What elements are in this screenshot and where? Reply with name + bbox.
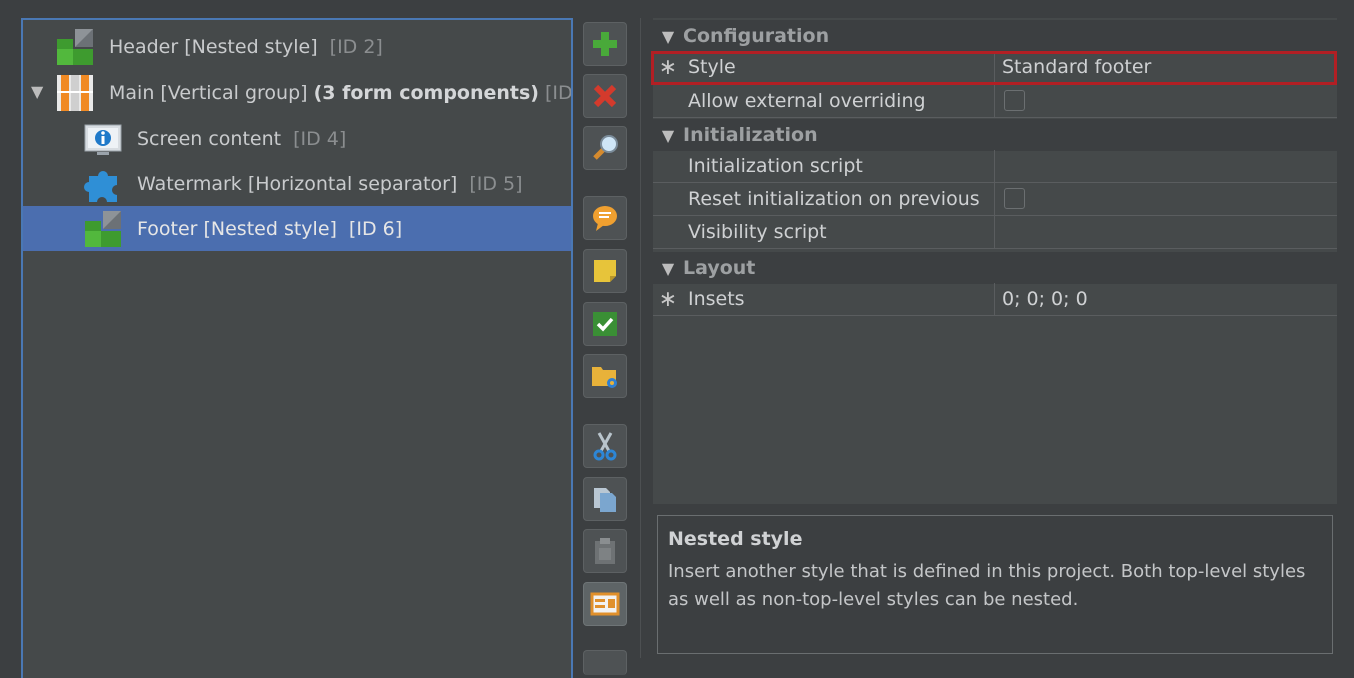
scissors-icon	[593, 432, 617, 461]
collapse-icon: ▼	[661, 125, 675, 145]
column-separator	[994, 283, 995, 315]
add-button[interactable]	[583, 22, 627, 66]
section-title: Initialization	[683, 124, 818, 146]
tree-item-id: [ID 5]	[469, 172, 523, 195]
side-toolbar	[583, 0, 629, 675]
tree-item-id: [ID...	[544, 81, 571, 104]
property-row-visibility-script[interactable]: Visibility script	[653, 216, 1337, 249]
property-grid: ▼ Configuration ∗ Style Standard footer …	[651, 18, 1337, 504]
panel-divider[interactable]	[640, 18, 641, 658]
puzzle-piece-icon	[83, 164, 123, 204]
section-configuration[interactable]: ▼ Configuration	[653, 20, 1337, 52]
plus-icon	[593, 32, 617, 56]
note-button[interactable]	[583, 249, 627, 293]
tree-item-label: Header [Nested style]	[109, 35, 318, 58]
paste-button[interactable]	[583, 529, 627, 573]
tree-item-label: Footer [Nested style]	[137, 217, 337, 240]
property-row-style[interactable]: ∗ Style Standard footer	[653, 51, 1337, 84]
property-row-initialization-script[interactable]: Initialization script	[653, 150, 1337, 183]
form-preview-icon	[590, 592, 620, 616]
column-separator	[994, 51, 995, 83]
red-x-icon	[593, 84, 617, 108]
section-title: Layout	[683, 257, 756, 279]
property-name: Visibility script	[688, 221, 827, 243]
description-box: Nested style Insert another style that i…	[657, 515, 1333, 654]
magnifier-icon	[593, 135, 618, 160]
column-separator	[994, 85, 995, 117]
tree-item-label: Screen content	[137, 127, 282, 150]
tree-item-label: Main [Vertical group]	[109, 81, 308, 104]
collapse-icon: ▼	[661, 26, 675, 46]
property-name: Reset initialization on previous	[688, 188, 980, 210]
property-name: Insets	[688, 288, 745, 310]
delete-button[interactable]	[583, 74, 627, 118]
folder-gear-icon	[592, 367, 617, 388]
checkmark-icon	[593, 312, 617, 336]
property-row-insets[interactable]: ∗ Insets 0; 0; 0; 0	[653, 283, 1337, 316]
property-name: Style	[688, 56, 736, 78]
form-preview-button[interactable]	[583, 582, 627, 626]
clipboard-icon	[595, 538, 615, 564]
tree-item-screen-content[interactable]: Screen content [ID 4]	[23, 116, 571, 161]
column-separator	[994, 183, 995, 215]
component-tree[interactable]: Header [Nested style] [ID 2] ▼ Main [Ver…	[21, 18, 573, 678]
more-button[interactable]	[583, 650, 627, 675]
tree-item-header[interactable]: Header [Nested style] [ID 2]	[23, 24, 571, 69]
folder-button[interactable]	[583, 354, 627, 398]
tree-item-watermark[interactable]: Watermark [Horizontal separator] [ID 5]	[23, 161, 571, 206]
copy-button[interactable]	[583, 477, 627, 521]
required-marker: ∗	[658, 55, 678, 80]
tree-item-main[interactable]: Main [Vertical group] (3 form components…	[23, 70, 571, 115]
info-screen-icon	[83, 119, 123, 159]
allow-overriding-checkbox[interactable]	[1004, 90, 1025, 111]
section-layout[interactable]: ▼ Layout	[653, 252, 1337, 284]
section-title: Configuration	[683, 25, 830, 47]
style-value[interactable]: Standard footer	[1002, 56, 1151, 78]
section-initialization[interactable]: ▼ Initialization	[653, 119, 1337, 151]
sticky-note-icon	[594, 260, 616, 282]
speech-bubble-icon	[593, 206, 617, 231]
property-name: Allow external overriding	[688, 90, 926, 112]
comment-button[interactable]	[583, 196, 627, 240]
collapse-icon: ▼	[661, 258, 675, 278]
nested-style-icon	[83, 209, 123, 249]
cut-button[interactable]	[583, 424, 627, 468]
reset-initialization-checkbox[interactable]	[1004, 188, 1025, 209]
search-button[interactable]	[583, 126, 627, 170]
tree-item-label: Watermark [Horizontal separator]	[137, 172, 458, 195]
description-title: Nested style	[668, 528, 803, 550]
column-separator	[994, 216, 995, 248]
tree-item-id: [ID 6]	[348, 217, 403, 240]
nested-style-icon	[55, 27, 95, 67]
vertical-group-icon	[55, 73, 95, 113]
column-separator	[994, 150, 995, 182]
tree-item-footer[interactable]: Footer [Nested style] [ID 6]	[23, 206, 571, 251]
property-row-allow-external-overriding[interactable]: Allow external overriding	[653, 85, 1337, 118]
check-button[interactable]	[583, 302, 627, 346]
required-marker: ∗	[658, 287, 678, 312]
insets-value[interactable]: 0; 0; 0; 0	[1002, 288, 1088, 310]
copy-icon	[594, 488, 616, 512]
tree-item-bold: (3 form components)	[313, 81, 539, 104]
property-row-reset-initialization[interactable]: Reset initialization on previous	[653, 183, 1337, 216]
tree-item-id: [ID 2]	[329, 35, 383, 58]
tree-item-id: [ID 4]	[293, 127, 347, 150]
description-body: Insert another style that is defined in …	[668, 561, 1306, 610]
property-name: Initialization script	[688, 155, 863, 177]
